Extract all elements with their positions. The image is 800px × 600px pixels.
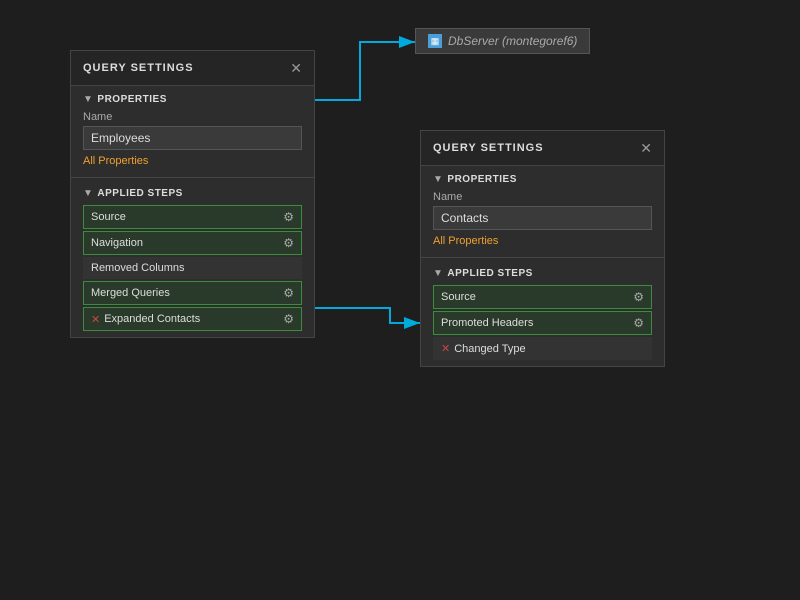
left-steps-arrow: ▼ <box>83 188 93 199</box>
right-step-promoted-headers-gear[interactable]: ⚙ <box>633 316 644 330</box>
left-step-merged-queries-gear[interactable]: ⚙ <box>283 286 294 300</box>
left-panel-title: QUERY SETTINGS <box>83 62 194 74</box>
left-close-button[interactable]: ✕ <box>290 61 302 75</box>
right-step-source-left: Source <box>441 291 476 303</box>
right-panel-title: QUERY SETTINGS <box>433 142 544 154</box>
left-steps-header: ▼ APPLIED STEPS <box>83 188 302 199</box>
right-name-label: Name <box>433 191 652 203</box>
right-steps-arrow: ▼ <box>433 268 443 279</box>
left-step-source-name: Source <box>91 211 126 223</box>
left-step-removed-columns-name: Removed Columns <box>91 262 185 274</box>
left-step-nav-left: Navigation <box>91 237 143 249</box>
right-name-input[interactable] <box>433 206 652 230</box>
right-steps-label: APPLIED STEPS <box>447 268 532 279</box>
left-properties-header: ▼ PROPERTIES <box>83 94 302 105</box>
right-props-arrow: ▼ <box>433 174 443 185</box>
left-step-rc-left: Removed Columns <box>91 262 185 274</box>
left-step-ec-error-icon: ✕ <box>91 313 100 326</box>
left-step-expanded-contacts-name: Expanded Contacts <box>104 313 200 325</box>
right-steps-list: Source ⚙ Promoted Headers ⚙ ✕ Changed Ty… <box>433 285 652 360</box>
left-steps-list: Source ⚙ Navigation ⚙ Removed Columns <box>83 205 302 331</box>
left-step-mq-left: Merged Queries <box>91 287 170 299</box>
right-properties-section: ▼ PROPERTIES Name All Properties <box>421 166 664 255</box>
left-properties-label: PROPERTIES <box>97 94 166 105</box>
right-step-source-name: Source <box>441 291 476 303</box>
left-step-source-gear[interactable]: ⚙ <box>283 210 294 224</box>
left-props-arrow: ▼ <box>83 94 93 105</box>
right-step-source-gear[interactable]: ⚙ <box>633 290 644 304</box>
left-name-label: Name <box>83 111 302 123</box>
left-step-expanded-contacts-gear[interactable]: ⚙ <box>283 312 294 326</box>
left-step-merged-queries[interactable]: Merged Queries ⚙ <box>83 281 302 305</box>
left-step-expanded-contacts[interactable]: ✕ Expanded Contacts ⚙ <box>83 307 302 331</box>
left-steps-label: APPLIED STEPS <box>97 188 182 199</box>
left-panel-header: QUERY SETTINGS ✕ <box>71 51 314 86</box>
right-step-promoted-headers[interactable]: Promoted Headers ⚙ <box>433 311 652 335</box>
left-step-navigation-name: Navigation <box>91 237 143 249</box>
right-step-ct-left: ✕ Changed Type <box>441 342 526 355</box>
right-step-changed-type[interactable]: ✕ Changed Type <box>433 337 652 360</box>
right-close-button[interactable]: ✕ <box>640 141 652 155</box>
right-panel-header: QUERY SETTINGS ✕ <box>421 131 664 166</box>
left-step-source[interactable]: Source ⚙ <box>83 205 302 229</box>
left-step-merged-queries-name: Merged Queries <box>91 287 170 299</box>
right-step-ph-left: Promoted Headers <box>441 317 533 329</box>
left-applied-steps-section: ▼ APPLIED STEPS Source ⚙ Navigation ⚙ <box>71 180 314 337</box>
db-icon: ▦ <box>428 34 442 48</box>
right-step-ct-error-icon: ✕ <box>441 342 450 355</box>
db-server-label: DbServer (montegoref6) <box>448 34 577 48</box>
right-steps-header: ▼ APPLIED STEPS <box>433 268 652 279</box>
left-step-navigation-gear[interactable]: ⚙ <box>283 236 294 250</box>
right-applied-steps-section: ▼ APPLIED STEPS Source ⚙ Promoted Header… <box>421 260 664 366</box>
right-step-changed-type-name: Changed Type <box>454 343 525 355</box>
left-name-input[interactable] <box>83 126 302 150</box>
right-properties-header: ▼ PROPERTIES <box>433 174 652 185</box>
left-properties-section: ▼ PROPERTIES Name All Properties <box>71 86 314 175</box>
right-all-properties-link[interactable]: All Properties <box>433 235 498 247</box>
right-step-promoted-headers-name: Promoted Headers <box>441 317 533 329</box>
left-step-ec-left: ✕ Expanded Contacts <box>91 313 200 326</box>
right-step-source[interactable]: Source ⚙ <box>433 285 652 309</box>
left-all-properties-link[interactable]: All Properties <box>83 155 148 167</box>
right-query-settings-panel: QUERY SETTINGS ✕ ▼ PROPERTIES Name All P… <box>420 130 665 367</box>
db-server-badge: ▦ DbServer (montegoref6) <box>415 28 590 54</box>
left-step-removed-columns[interactable]: Removed Columns <box>83 257 302 279</box>
right-properties-label: PROPERTIES <box>447 174 516 185</box>
left-query-settings-panel: QUERY SETTINGS ✕ ▼ PROPERTIES Name All P… <box>70 50 315 338</box>
left-step-source-left: Source <box>91 211 126 223</box>
left-step-navigation[interactable]: Navigation ⚙ <box>83 231 302 255</box>
